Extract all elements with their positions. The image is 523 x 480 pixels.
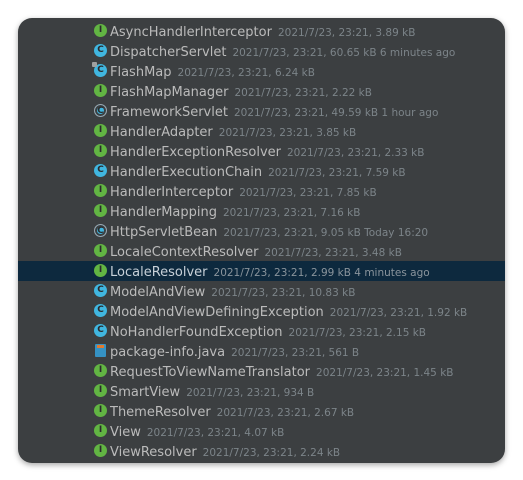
file-meta: 2021/7/23, 23:21, 7.59 kB xyxy=(268,167,406,179)
file-list-item[interactable]: I SmartView 2021/7/23, 23:21, 934 B xyxy=(18,381,505,401)
file-list-item[interactable]: I HandlerInterceptor 2021/7/23, 23:21, 7.8… xyxy=(18,181,505,201)
file-name: AsyncHandlerInterceptor xyxy=(110,25,272,40)
file-list-item[interactable]: I ThemeResolver 2021/7/23, 23:21, 2.67 kB xyxy=(18,401,505,421)
file-list-item[interactable]: C ModelAndView 2021/7/23, 23:21, 10.83 kB xyxy=(18,281,505,301)
file-meta: 2021/7/23, 23:21, 3.85 kB xyxy=(218,127,357,139)
file-name: HandlerExecutionChain xyxy=(110,165,263,180)
interface-icon: I xyxy=(94,384,107,397)
file-list-item[interactable]: I HandlerAdapter 2021/7/23, 23:21, 3.85 kB xyxy=(18,121,505,141)
file-meta: 2021/7/23, 23:21, 2.22 kB xyxy=(234,87,372,99)
file-name: DispatcherServlet xyxy=(110,45,227,60)
project-file-list-panel: I AsyncHandlerInterceptor 2021/7/23, 23:21… xyxy=(18,18,505,463)
interface-icon: I xyxy=(94,444,107,457)
file-name: ThemeResolver xyxy=(110,405,211,420)
file-list-item[interactable]: C HttpServletBean 2021/7/23, 23:21, 9.05 k… xyxy=(18,221,505,241)
file-list: I AsyncHandlerInterceptor 2021/7/23, 23:21… xyxy=(18,21,505,461)
file-meta: 2021/7/23, 23:21, 934 B xyxy=(186,387,315,399)
file-list-item[interactable]: C DispatcherServlet 2021/7/23, 23:21, 60.6… xyxy=(18,41,505,61)
interface-icon: I xyxy=(94,204,107,217)
interface-icon: I xyxy=(94,424,107,437)
file-list-item[interactable]: C FrameworkServlet 2021/7/23, 23:21, 49.59… xyxy=(18,101,505,121)
file-meta: 2021/7/23, 23:21, 7.16 kB xyxy=(222,207,361,219)
file-list-item[interactable]: I FlashMapManager 2021/7/23, 23:21, 2.22 k… xyxy=(18,81,505,101)
class-icon: C xyxy=(94,44,107,57)
file-name: FlashMap xyxy=(110,65,172,80)
file-meta: 2021/7/23, 23:21, 1.45 kB xyxy=(316,367,454,379)
file-name: ModelAndViewDefiningException xyxy=(110,305,324,320)
file-list-item[interactable]: package-info.java 2021/7/23, 23:21, 561 B xyxy=(18,341,505,361)
file-list-item[interactable]: I AsyncHandlerInterceptor 2021/7/23, 23:21… xyxy=(18,21,505,41)
file-meta: 2021/7/23, 23:21, 1.92 kB xyxy=(329,307,468,319)
file-list-item[interactable]: I LocaleResolver 2021/7/23, 23:21, 2.99 kB… xyxy=(18,261,505,281)
file-name: HandlerMapping xyxy=(110,205,217,220)
file-meta: 2021/7/23, 23:21, 2.99 kB 4 minutes ago xyxy=(213,267,430,279)
file-meta: 2021/7/23, 23:21, 2.33 kB xyxy=(287,147,425,159)
file-list-item[interactable]: C ModelAndViewDefiningException 2021/7/23,… xyxy=(18,301,505,321)
file-meta: 2021/7/23, 23:21, 6.24 kB xyxy=(177,67,315,79)
file-name: LocaleResolver xyxy=(110,265,208,280)
abstract-class-icon: C xyxy=(94,104,107,117)
file-meta: 2021/7/23, 23:21, 49.59 kB 1 hour ago xyxy=(233,107,439,119)
file-name: FlashMapManager xyxy=(110,85,229,100)
file-meta: 2021/7/23, 23:21, 2.15 kB xyxy=(288,327,426,339)
file-name: package-info.java xyxy=(110,345,226,360)
file-list-item[interactable]: C FlashMap 2021/7/23, 23:21, 6.24 kB xyxy=(18,61,505,81)
file-list-item[interactable]: I RequestToViewNameTranslator 2021/7/23, 2… xyxy=(18,361,505,381)
file-name: ViewResolver xyxy=(110,445,197,460)
class-modified-icon: C xyxy=(92,62,107,77)
interface-icon: I xyxy=(94,264,107,277)
interface-icon: I xyxy=(94,404,107,417)
file-name: NoHandlerFoundException xyxy=(110,325,283,340)
interface-icon: I xyxy=(94,144,107,157)
file-list-item[interactable]: I LocaleContextResolver 2021/7/23, 23:21, … xyxy=(18,241,505,261)
interface-icon: I xyxy=(94,124,107,137)
interface-icon: I xyxy=(94,24,107,37)
file-name: View xyxy=(110,425,141,440)
file-meta: 2021/7/23, 23:21, 561 B xyxy=(231,347,360,359)
class-icon: C xyxy=(94,304,107,317)
file-meta: 2021/7/23, 23:21, 2.24 kB xyxy=(202,447,341,459)
file-meta: 2021/7/23, 23:21, 4.07 kB xyxy=(146,427,285,439)
file-meta: 2021/7/23, 23:21, 9.05 kB Today 16:20 xyxy=(223,227,429,239)
file-list-item[interactable]: I HandlerMapping 2021/7/23, 23:21, 7.16 kB xyxy=(18,201,505,221)
class-icon: C xyxy=(94,164,107,177)
file-list-item[interactable]: C HandlerExecutionChain 2021/7/23, 23:21, … xyxy=(18,161,505,181)
file-name: HttpServletBean xyxy=(110,225,218,240)
file-list-item[interactable]: I HandlerExceptionResolver 2021/7/23, 23:2… xyxy=(18,141,505,161)
file-name: FrameworkServlet xyxy=(110,105,228,120)
file-name: HandlerAdapter xyxy=(110,125,213,140)
file-name: HandlerInterceptor xyxy=(110,185,234,200)
interface-icon: I xyxy=(94,84,107,97)
file-name: RequestToViewNameTranslator xyxy=(110,365,311,380)
java-file-icon xyxy=(95,344,106,357)
interface-icon: I xyxy=(94,184,107,197)
file-name: HandlerExceptionResolver xyxy=(110,145,281,160)
file-meta: 2021/7/23, 23:21, 10.83 kB xyxy=(211,287,356,299)
file-meta: 2021/7/23, 23:21, 7.85 kB xyxy=(239,187,377,199)
file-meta: 2021/7/23, 23:21, 3.48 kB xyxy=(264,247,402,259)
class-icon: C xyxy=(94,324,107,337)
file-list-item[interactable]: I ViewResolver 2021/7/23, 23:21, 2.24 kB xyxy=(18,441,505,461)
file-meta: 2021/7/23, 23:21, 3.89 kB xyxy=(277,27,416,39)
file-list-item[interactable]: C NoHandlerFoundException 2021/7/23, 23:21… xyxy=(18,321,505,341)
file-name: LocaleContextResolver xyxy=(110,245,259,260)
file-list-item[interactable]: I View 2021/7/23, 23:21, 4.07 kB xyxy=(18,421,505,441)
file-meta: 2021/7/23, 23:21, 2.67 kB xyxy=(216,407,355,419)
class-icon: C xyxy=(94,284,107,297)
interface-icon: I xyxy=(94,244,107,257)
file-meta: 2021/7/23, 23:21, 60.65 kB 6 minutes ago xyxy=(232,47,456,59)
abstract-class-icon: C xyxy=(94,224,107,237)
interface-icon: I xyxy=(94,364,107,377)
file-name: ModelAndView xyxy=(110,285,206,300)
file-name: SmartView xyxy=(110,385,181,400)
